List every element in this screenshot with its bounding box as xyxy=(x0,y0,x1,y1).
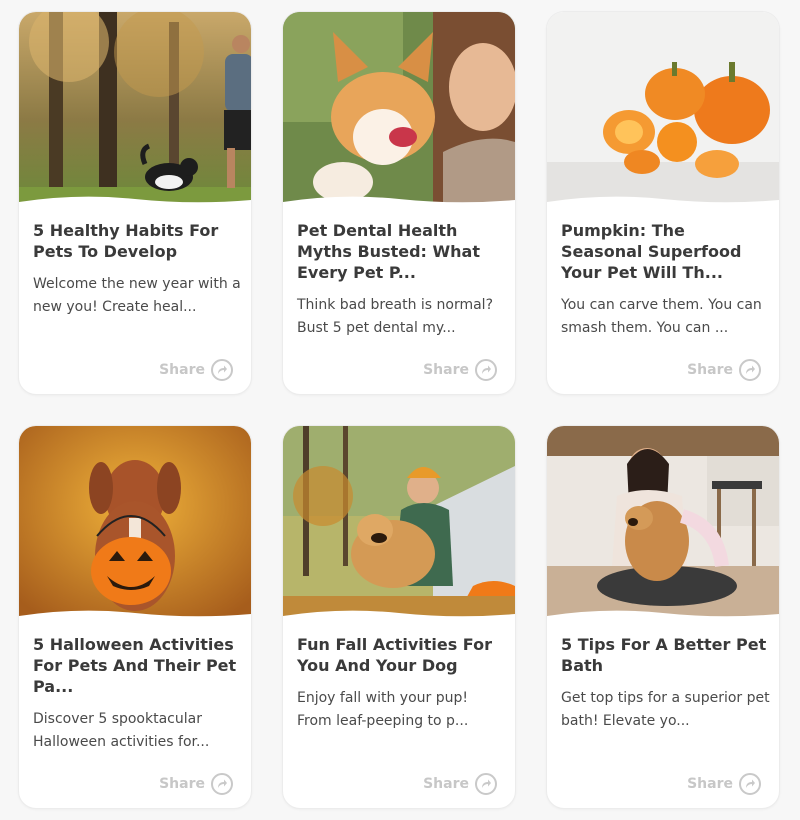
article-card[interactable]: Pumpkin: The Seasonal Superfood Your Pet… xyxy=(546,11,780,395)
article-card[interactable]: Pet Dental Health Myths Busted: What Eve… xyxy=(282,11,516,395)
share-button[interactable]: Share xyxy=(159,359,233,381)
share-button[interactable]: Share xyxy=(687,773,761,795)
share-arrow-icon xyxy=(211,773,233,795)
share-arrow-icon xyxy=(739,773,761,795)
article-grid: 5 Healthy Habits For Pets To Develop Wel… xyxy=(0,0,800,820)
share-button[interactable]: Share xyxy=(423,359,497,381)
article-title[interactable]: Pumpkin: The Seasonal Superfood Your Pet… xyxy=(561,220,769,283)
article-description: Welcome the new year with a new you! Cre… xyxy=(33,276,241,315)
article-image[interactable] xyxy=(19,426,251,622)
article-description: Enjoy fall with your pup! From leaf-peep… xyxy=(297,690,469,729)
share-label: Share xyxy=(159,776,205,792)
article-image[interactable] xyxy=(19,12,251,208)
share-button[interactable]: Share xyxy=(159,773,233,795)
share-label: Share xyxy=(687,362,733,378)
article-title[interactable]: 5 Halloween Activities For Pets And Thei… xyxy=(33,634,241,697)
article-title[interactable]: 5 Tips For A Better Pet Bath xyxy=(561,634,769,676)
article-description: Think bad breath is normal? Bust 5 pet d… xyxy=(297,297,494,336)
share-label: Share xyxy=(687,776,733,792)
article-card[interactable]: 5 Tips For A Better Pet Bath Get top tip… xyxy=(546,425,780,809)
article-card[interactable]: 5 Healthy Habits For Pets To Develop Wel… xyxy=(18,11,252,395)
share-label: Share xyxy=(423,776,469,792)
article-description: Discover 5 spooktacular Halloween activi… xyxy=(33,711,210,750)
article-card[interactable]: Fun Fall Activities For You And Your Dog… xyxy=(282,425,516,809)
article-image[interactable] xyxy=(547,12,779,208)
article-image[interactable] xyxy=(547,426,779,622)
article-title[interactable]: Pet Dental Health Myths Busted: What Eve… xyxy=(297,220,505,283)
article-image[interactable] xyxy=(283,12,515,208)
share-label: Share xyxy=(159,362,205,378)
article-image[interactable] xyxy=(283,426,515,622)
share-arrow-icon xyxy=(475,773,497,795)
article-description: You can carve them. You can smash them. … xyxy=(561,297,762,336)
article-card[interactable]: 5 Halloween Activities For Pets And Thei… xyxy=(18,425,252,809)
share-arrow-icon xyxy=(739,359,761,381)
article-title[interactable]: 5 Healthy Habits For Pets To Develop xyxy=(33,220,241,262)
share-button[interactable]: Share xyxy=(423,773,497,795)
article-title[interactable]: Fun Fall Activities For You And Your Dog xyxy=(297,634,505,676)
share-arrow-icon xyxy=(211,359,233,381)
share-button[interactable]: Share xyxy=(687,359,761,381)
article-description: Get top tips for a superior pet bath! El… xyxy=(561,690,770,729)
share-label: Share xyxy=(423,362,469,378)
share-arrow-icon xyxy=(475,359,497,381)
